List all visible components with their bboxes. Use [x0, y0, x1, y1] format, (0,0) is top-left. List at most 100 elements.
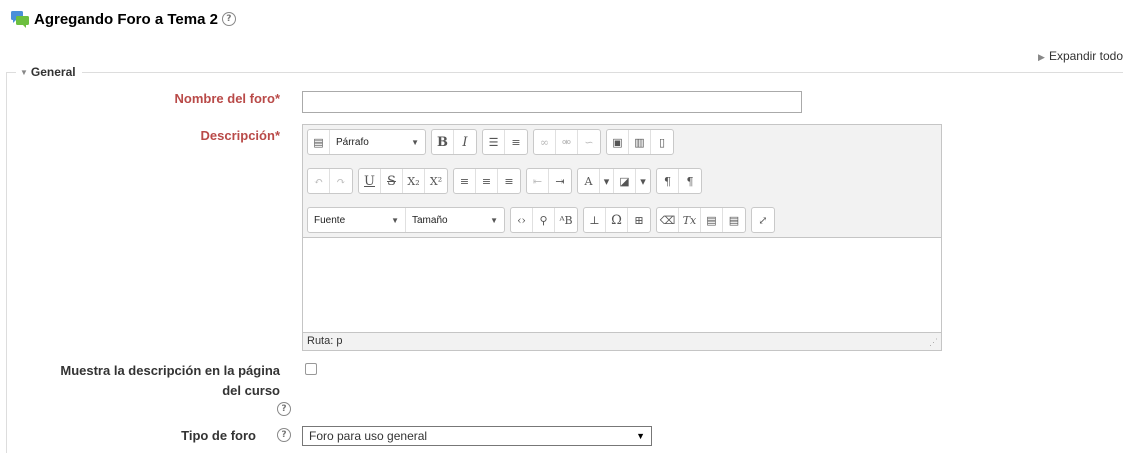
format-select-value: Párrafo	[336, 136, 369, 148]
forum-type-value: Foro para uso general	[309, 429, 428, 443]
size-select[interactable]: Tamaño ▼	[406, 208, 504, 232]
resize-handle-icon[interactable]: ⋰	[929, 337, 938, 348]
forum-name-label: Nombre del foro*	[40, 91, 280, 106]
toolbar-group: ‹› ⚲ ᴬB	[510, 207, 578, 233]
description-label-text: Descripción	[200, 128, 275, 143]
align-left-icon[interactable]: ≡	[454, 169, 476, 193]
description-label: Descripción*	[40, 128, 280, 143]
toolbar-group: U S X₂ X²	[358, 168, 448, 194]
page-heading: Agregando Foro a Tema 2 ?	[10, 10, 236, 28]
chevron-down-icon: ▼	[411, 137, 419, 147]
toolbar-group: ⊥ Ω ⊞	[583, 207, 651, 233]
question-circle-icon[interactable]: ?	[277, 402, 291, 416]
background-color-icon[interactable]: ◪	[614, 169, 636, 193]
expand-all-link[interactable]: ▶ Expandir todo	[1038, 49, 1123, 63]
question-circle-icon[interactable]: ?	[221, 12, 236, 26]
underline-icon[interactable]: U	[359, 169, 381, 193]
toolbar-row-1: ▤ Párrafo ▼ B I ☰ ≡ ∞ ⚮ ∽ ▣ ▥ ▯	[307, 129, 679, 155]
forum-name-input[interactable]	[302, 91, 802, 113]
editor-path: Ruta: p	[307, 335, 343, 347]
caret-right-icon: ▶	[1038, 52, 1045, 62]
insert-line-icon[interactable]: ⊥	[584, 208, 606, 232]
clear-formatting-icon[interactable]: Tx	[679, 208, 701, 232]
indent-icon[interactable]: ⇥	[549, 169, 571, 193]
chevron-down-icon: ▼	[490, 215, 498, 225]
toolbar-group: ¶ ¶	[656, 168, 702, 194]
toolbar-toggle-icon[interactable]: ▤	[308, 130, 330, 154]
chevron-down-icon[interactable]: ▾	[636, 169, 650, 193]
toolbar-group: ⤢	[751, 207, 775, 233]
show-description-label-line1: Muestra la descripción en la página	[60, 363, 280, 378]
superscript-icon[interactable]: X²	[425, 169, 447, 193]
section-legend-general[interactable]: ▼ General	[16, 65, 82, 79]
show-description-checkbox[interactable]	[305, 363, 317, 375]
toolbar-group: ▤ Párrafo ▼	[307, 129, 426, 155]
undo-icon[interactable]: ↶	[308, 169, 330, 193]
subscript-icon[interactable]: X₂	[403, 169, 425, 193]
rich-text-editor: ▤ Párrafo ▼ B I ☰ ≡ ∞ ⚮ ∽ ▣ ▥ ▯ ↶ ↷ U S …	[302, 124, 942, 351]
spellcheck-icon[interactable]: ᴬB	[555, 208, 577, 232]
numbered-list-icon[interactable]: ≡	[505, 130, 527, 154]
rtl-icon[interactable]: ¶	[679, 169, 701, 193]
font-select[interactable]: Fuente ▼	[308, 208, 406, 232]
paste-text-icon[interactable]: ▤	[701, 208, 723, 232]
toolbar-group: B I	[431, 129, 477, 155]
bullet-list-icon[interactable]: ☰	[483, 130, 505, 154]
fieldset-border	[6, 72, 1123, 73]
fullscreen-icon[interactable]: ⤢	[752, 208, 774, 232]
forum-type-select[interactable]: Foro para uso general ▼	[302, 426, 652, 446]
bold-icon[interactable]: B	[432, 130, 454, 154]
italic-icon[interactable]: I	[454, 130, 476, 154]
font-select-value: Fuente	[314, 214, 346, 226]
caret-down-icon: ▼	[20, 68, 28, 77]
required-mark: *	[274, 91, 280, 106]
align-center-icon[interactable]: ≡	[476, 169, 498, 193]
fieldset-border-left	[6, 72, 7, 453]
special-char-icon[interactable]: Ω	[606, 208, 628, 232]
anchor-icon[interactable]: ∽	[578, 130, 600, 154]
unlink-icon[interactable]: ⚮	[556, 130, 578, 154]
toolbar-row-3: Fuente ▼ Tamaño ▼ ‹› ⚲ ᴬB ⊥ Ω ⊞ ⌫ Tx ▤ ▤ ⤢	[307, 207, 780, 233]
page-title: Agregando Foro a Tema 2	[34, 10, 218, 28]
format-select[interactable]: Párrafo ▼	[330, 130, 425, 154]
toolbar-group: ≡ ≡ ≡	[453, 168, 521, 194]
toolbar-group: ↶ ↷	[307, 168, 353, 194]
link-icon[interactable]: ∞	[534, 130, 556, 154]
redo-icon[interactable]: ↷	[330, 169, 352, 193]
show-description-label: Muestra la descripción en la página del …	[10, 361, 280, 401]
image-icon[interactable]: ▣	[607, 130, 629, 154]
expand-all-label: Expandir todo	[1048, 49, 1123, 63]
table-icon[interactable]: ⊞	[628, 208, 650, 232]
chevron-down-icon[interactable]: ▾	[600, 169, 614, 193]
toolbar-group: Fuente ▼ Tamaño ▼	[307, 207, 505, 233]
editor-content-area[interactable]	[303, 237, 941, 333]
paste-word-icon[interactable]: ▤	[723, 208, 745, 232]
manage-files-icon[interactable]: ▯	[651, 130, 673, 154]
show-description-label-line2: del curso	[222, 383, 280, 398]
toolbar-group: A ▾ ◪ ▾	[577, 168, 651, 194]
forum-icon	[10, 10, 30, 28]
toolbar-group: ▣ ▥ ▯	[606, 129, 674, 155]
question-circle-icon[interactable]: ?	[277, 428, 291, 442]
forum-name-label-text: Nombre del foro	[174, 91, 275, 106]
align-right-icon[interactable]: ≡	[498, 169, 520, 193]
toolbar-group: ∞ ⚮ ∽	[533, 129, 601, 155]
section-legend-label: General	[30, 65, 76, 79]
media-icon[interactable]: ▥	[629, 130, 651, 154]
outdent-icon[interactable]: ⇤	[527, 169, 549, 193]
chevron-down-icon: ▼	[636, 431, 645, 441]
strikethrough-icon[interactable]: S	[381, 169, 403, 193]
toolbar-group: ⌫ Tx ▤ ▤	[656, 207, 746, 233]
required-mark: *	[274, 128, 280, 143]
code-icon[interactable]: ‹›	[511, 208, 533, 232]
chevron-down-icon: ▼	[391, 215, 399, 225]
toolbar-group: ☰ ≡	[482, 129, 528, 155]
text-color-icon[interactable]: A	[578, 169, 600, 193]
toolbar-row-2: ↶ ↷ U S X₂ X² ≡ ≡ ≡ ⇤ ⇥ A ▾ ◪ ▾ ¶ ¶	[307, 168, 707, 194]
toolbar-group: ⇤ ⇥	[526, 168, 572, 194]
size-select-value: Tamaño	[412, 214, 448, 226]
forum-type-label: Tipo de foro	[181, 428, 256, 443]
ltr-icon[interactable]: ¶	[657, 169, 679, 193]
search-replace-icon[interactable]: ⚲	[533, 208, 555, 232]
cleanup-icon[interactable]: ⌫	[657, 208, 679, 232]
